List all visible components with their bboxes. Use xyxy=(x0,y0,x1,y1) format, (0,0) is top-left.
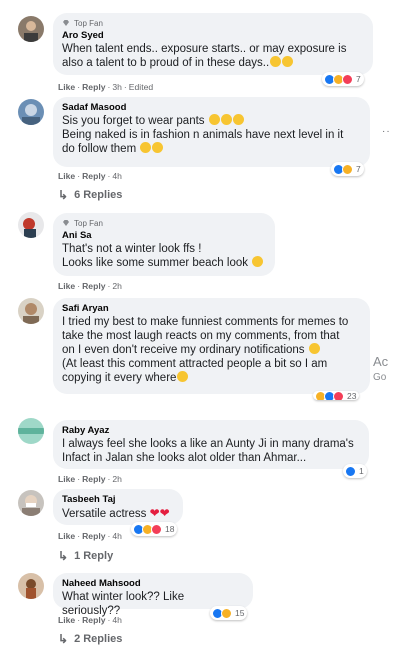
avatar[interactable] xyxy=(18,99,44,125)
comment-author[interactable]: Sadaf Masood xyxy=(62,102,361,114)
comment-bubble: Top Fan Ani Sa That's not a winter look … xyxy=(53,213,275,276)
diamond-icon xyxy=(62,19,70,27)
laughing-emoji-icon xyxy=(232,114,244,125)
reply-arrow-icon: ↳ xyxy=(58,188,69,202)
view-replies-button[interactable]: ↳ 2 Replies xyxy=(58,632,122,646)
comment-author[interactable]: Ani Sa xyxy=(62,230,266,242)
crying-emoji-icon xyxy=(308,343,320,354)
avatar[interactable] xyxy=(18,298,44,324)
avatar[interactable] xyxy=(18,573,44,599)
haha-reaction-icon xyxy=(221,607,232,619)
timestamp[interactable]: 2h xyxy=(112,474,122,484)
like-button[interactable]: Like xyxy=(58,82,75,92)
laughing-emoji-icon xyxy=(208,114,220,125)
comment-bubble: Sadaf Masood Sis you forget to wear pant… xyxy=(53,97,370,167)
diamond-icon xyxy=(62,219,70,227)
reaction-summary[interactable]: 7 xyxy=(331,162,364,176)
comment-text: Sis you forget to wear pants Being naked… xyxy=(62,114,344,155)
reaction-summary[interactable]: 1 xyxy=(343,464,367,478)
comment-bubble: Naheed Mahsood What winter look?? Like s… xyxy=(53,573,253,617)
avatar[interactable] xyxy=(18,16,44,42)
like-button[interactable]: Like xyxy=(58,171,75,181)
reaction-summary[interactable]: 7 xyxy=(322,72,364,86)
reply-button[interactable]: Reply xyxy=(82,615,105,625)
reply-button[interactable]: Reply xyxy=(82,474,105,484)
reply-button[interactable]: Reply xyxy=(82,171,105,181)
comment-actions: Like · Reply · 3h · Edited xyxy=(58,82,154,92)
sidebar-ad-fragment: Go xyxy=(373,372,387,383)
comment-actions: Like · Reply · 2h xyxy=(58,474,122,484)
thinking-emoji-icon xyxy=(270,56,282,67)
comment-bubble: Raby Ayaz I always feel she looks a like… xyxy=(53,420,369,469)
reply-button[interactable]: Reply xyxy=(82,281,105,291)
heart-emoji-icon: ❤ xyxy=(149,506,160,520)
comment-text: I always feel she looks a like an Aunty … xyxy=(62,438,354,464)
avatar[interactable] xyxy=(18,490,44,516)
thinking-emoji-icon xyxy=(252,256,264,267)
avatar[interactable] xyxy=(18,418,44,444)
comment-author[interactable]: Raby Ayaz xyxy=(62,425,360,437)
comment-actions: Like · Reply · 4h xyxy=(58,531,122,541)
reaction-summary[interactable]: 23 xyxy=(313,391,360,400)
top-fan-badge: Top Fan xyxy=(62,218,266,228)
more-options-icon[interactable]: ·· xyxy=(382,126,391,137)
comment-author[interactable]: Tasbeeh Taj xyxy=(62,494,174,506)
comment-actions: Like · Reply · 4h xyxy=(58,171,122,181)
edited-label: Edited xyxy=(128,82,154,92)
sidebar-ad-fragment: Ac xyxy=(373,354,389,369)
winking-emoji-icon xyxy=(177,371,189,382)
like-button[interactable]: Like xyxy=(58,615,75,625)
view-replies-button[interactable]: ↳ 1 Reply xyxy=(58,549,113,563)
timestamp[interactable]: 2h xyxy=(112,281,122,291)
love-reaction-icon xyxy=(342,73,353,85)
comment-text: That's not a winter look ffs ! Looks like… xyxy=(62,242,266,270)
comment-bubble: Top Fan Aro Syed When talent ends.. expo… xyxy=(53,13,373,75)
reply-button[interactable]: Reply xyxy=(82,82,105,92)
love-reaction-icon xyxy=(333,391,344,400)
avatar[interactable] xyxy=(18,212,44,238)
view-replies-button[interactable]: ↳ 6 Replies xyxy=(58,188,122,202)
timestamp[interactable]: 4h xyxy=(112,531,122,541)
like-reaction-icon xyxy=(345,465,356,477)
comment-text: When talent ends.. exposure starts.. or … xyxy=(62,43,347,69)
like-button[interactable]: Like xyxy=(58,531,75,541)
comment-author[interactable]: Safi Aryan xyxy=(62,303,361,315)
laughing-emoji-icon xyxy=(152,142,164,153)
comment-text: Versatile actress ❤❤ xyxy=(62,506,170,520)
comment-bubble: Tasbeeh Taj Versatile actress ❤❤ xyxy=(53,489,183,525)
laughing-emoji-icon xyxy=(220,114,232,125)
comment-text: I tried my best to make funniest comment… xyxy=(62,316,349,384)
reply-arrow-icon: ↳ xyxy=(58,549,69,563)
love-reaction-icon xyxy=(151,523,162,535)
comment-actions: Like · Reply · 2h xyxy=(58,281,122,291)
like-button[interactable]: Like xyxy=(58,474,75,484)
comment-author[interactable]: Naheed Mahsood xyxy=(62,578,244,590)
reaction-summary[interactable]: 15 xyxy=(210,606,248,620)
timestamp[interactable]: 3h xyxy=(112,82,122,92)
timestamp[interactable]: 4h xyxy=(112,615,122,625)
like-button[interactable]: Like xyxy=(58,281,75,291)
haha-reaction-icon xyxy=(342,163,353,175)
reaction-summary[interactable]: 18 xyxy=(131,522,178,536)
reply-button[interactable]: Reply xyxy=(82,531,105,541)
laughing-emoji-icon xyxy=(140,142,152,153)
comment-actions: Like · Reply · 4h xyxy=(58,615,122,625)
comment-bubble: Safi Aryan I tried my best to make funni… xyxy=(53,298,370,394)
reply-arrow-icon: ↳ xyxy=(58,632,69,646)
comment-author[interactable]: Aro Syed xyxy=(62,30,364,42)
top-fan-badge: Top Fan xyxy=(62,18,364,28)
thinking-emoji-icon xyxy=(282,56,294,67)
heart-emoji-icon: ❤ xyxy=(159,506,170,520)
timestamp[interactable]: 4h xyxy=(112,171,122,181)
